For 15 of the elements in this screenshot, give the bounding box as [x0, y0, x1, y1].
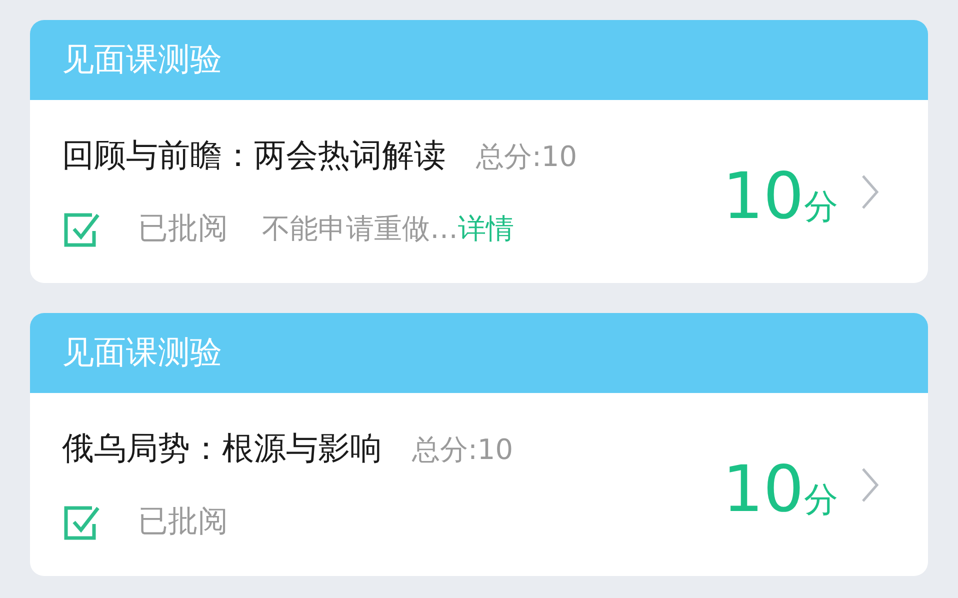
note-text: 不能申请重做… — [262, 210, 458, 246]
quiz-title: 俄乌局势：根源与影响 — [62, 428, 382, 469]
quiz-card[interactable]: 见面课测验 俄乌局势：根源与影响 总分:10 已批阅 10分 — [30, 313, 928, 576]
score-value: 10 — [722, 160, 804, 234]
status-text: 已批阅 — [138, 503, 228, 541]
score-unit: 分 — [804, 186, 838, 228]
score-unit: 分 — [804, 478, 838, 522]
quiz-card[interactable]: 见面课测验 回顾与前瞻：两会热词解读 总分:10 已批阅 不能申请重做…详情 10分 — [30, 20, 928, 283]
total-score-label: 总分:10 — [412, 432, 514, 468]
status-text: 已批阅 — [138, 210, 228, 248]
card-header-title: 见面课测验 — [62, 39, 222, 80]
quiz-title: 回顾与前瞻：两会热词解读 — [62, 135, 446, 176]
card-header-title: 见面课测验 — [62, 332, 222, 373]
score-value: 10 — [722, 452, 804, 526]
total-score-label: 总分:10 — [476, 139, 578, 175]
